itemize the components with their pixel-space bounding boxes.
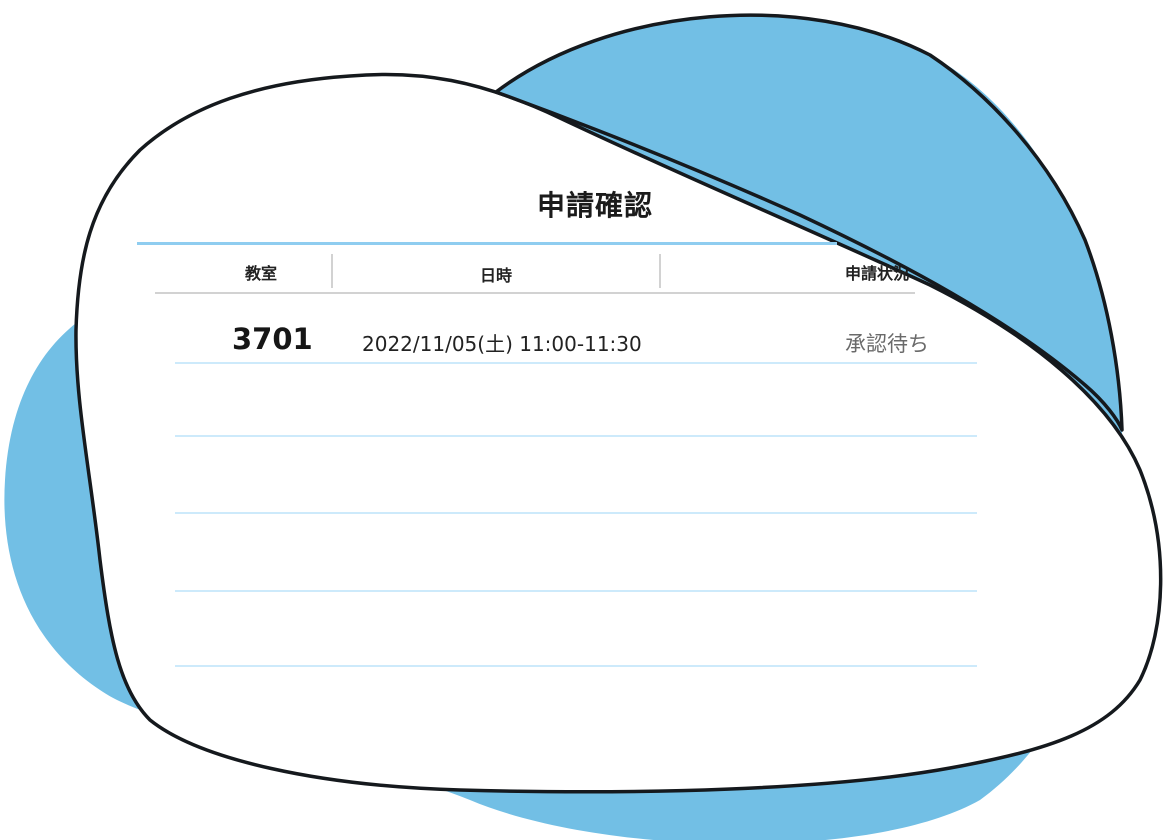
row-divider <box>175 362 977 364</box>
table-header: 教室 日時 申請状況 <box>155 254 915 294</box>
reservation-datetime: 2022/11/05(土) 11:00-11:30 <box>362 332 642 356</box>
row-divider <box>175 665 977 667</box>
column-header-status-label: 申請状況 <box>845 264 910 283</box>
column-header-datetime: 日時 <box>331 254 661 288</box>
room-number: 3701 <box>232 322 313 356</box>
column-header-room: 教室 <box>195 254 335 288</box>
column-header-status: 申請状況 <box>845 254 965 294</box>
row-divider <box>175 435 977 437</box>
white-blob-outline <box>74 72 1163 794</box>
row-divider <box>175 590 977 592</box>
white-blob-card <box>74 72 1163 794</box>
page-title: 申請確認 <box>536 189 653 222</box>
column-header-datetime-label: 日時 <box>479 266 512 285</box>
status-badge: 承認待ち <box>845 332 929 356</box>
column-header-room-label: 教室 <box>245 264 278 283</box>
title-underline <box>137 242 837 245</box>
row-divider <box>175 512 977 514</box>
